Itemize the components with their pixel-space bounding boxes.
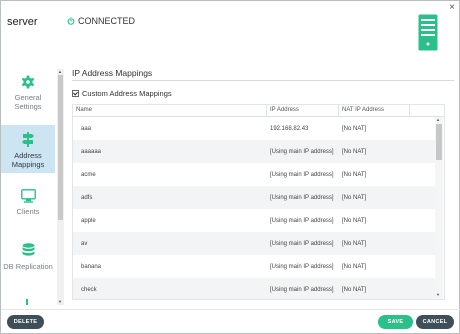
sidebar-item-label: Clients [16,207,40,216]
cell-ip-address: [Using main IP address] [270,172,334,178]
table-row[interactable]: banana [Using main IP address] [No NAT] [73,255,436,278]
section-title: IP Address Mappings [72,68,153,78]
table-header: Name IP Address NAT IP Address [73,105,444,117]
table-row[interactable]: check [Using main IP address] [No NAT] [73,278,436,299]
cell-nat-ip-address: [No NAT] [342,241,367,247]
table-row[interactable]: adfs [Using main IP address] [No NAT] [73,186,436,209]
save-button[interactable]: SAVE [378,315,413,329]
cell-name: banana [81,264,102,270]
custom-mappings-label: Custom Address Mappings [82,89,172,98]
sidebar-item-label: DB Replication [3,262,53,271]
column-header-ip-address[interactable]: IP Address [270,107,299,113]
column-header-name[interactable]: Name [76,107,92,113]
partial-icon [26,299,28,305]
sidebar-item-label: Address [14,151,42,160]
monitor-icon [20,189,36,203]
column-separator [409,105,410,117]
custom-mappings-checkbox[interactable] [72,90,79,97]
footer-divider [1,309,460,310]
signpost-icon [22,132,34,147]
sidebar-item-label: Mappings [11,160,45,169]
delete-button[interactable]: DELETE [7,315,44,329]
database-icon [22,243,34,256]
table-scroll-thumb[interactable] [436,124,442,160]
column-separator [266,105,267,117]
cell-ip-address: [Using main IP address] [270,218,334,224]
server-settings-window: × server CONNECTED General Settings Addr… [0,0,460,334]
column-separator [338,105,339,117]
cell-nat-ip-address: [No NAT] [342,195,367,201]
scroll-up-arrow-icon[interactable]: ▲ [436,117,440,122]
cell-name: adfs [81,195,93,201]
cell-nat-ip-address: [No NAT] [342,172,367,178]
cell-nat-ip-address: [No NAT] [342,218,367,224]
custom-mappings-option[interactable]: Custom Address Mappings [72,89,172,98]
sidebar-item-address-mappings[interactable]: Address Mappings [1,125,55,173]
table-row[interactable]: av [Using main IP address] [No NAT] [73,232,436,255]
cell-nat-ip-address: [No NAT] [342,264,367,270]
cell-ip-address: [Using main IP address] [270,287,334,293]
sidebar-item-clients[interactable]: Clients [1,189,55,229]
gear-icon [21,75,35,89]
server-name: server [7,16,38,28]
connection-status: CONNECTED [67,16,135,26]
column-header-nat-ip-address[interactable]: NAT IP Address [342,107,384,113]
cancel-button[interactable]: CANCEL [416,315,454,329]
scroll-down-arrow-icon[interactable]: ▼ [436,292,440,297]
cell-name: check [81,287,97,293]
sidebar-item-db-replication[interactable]: DB Replication [1,243,55,283]
scroll-up-arrow-icon[interactable]: ▲ [58,69,62,74]
table-row[interactable]: aaa 192.168.82.43 [No NAT] [73,117,436,140]
status-text: CONNECTED [78,16,136,26]
sidebar-item-label: Settings [14,102,42,111]
settings-sidebar: General Settings Address Mappings Client… [1,69,55,305]
scroll-down-arrow-icon[interactable]: ▼ [58,299,62,304]
sidebar-item-general-settings[interactable]: General Settings [1,75,55,125]
sidebar-scroll-thumb[interactable] [58,75,63,220]
sidebar-scrollbar[interactable]: ▲ ▼ [57,69,64,305]
divider [72,80,454,81]
table-row[interactable]: apple [Using main IP address] [No NAT] [73,209,436,232]
cell-ip-address: [Using main IP address] [270,195,334,201]
table-row[interactable]: acme [Using main IP address] [No NAT] [73,163,436,186]
server-tower-icon [418,14,438,51]
sidebar-item-label: General [14,93,42,102]
close-icon[interactable]: × [449,3,455,13]
cell-name: av [81,241,88,247]
cell-ip-address: [Using main IP address] [270,264,334,270]
cell-name: acme [81,172,96,178]
address-mappings-table: Name IP Address NAT IP Address aaa 192.1… [72,104,445,300]
cell-nat-ip-address: [No NAT] [342,287,367,293]
table-scrollbar[interactable]: ▲ ▼ [435,117,443,299]
cell-name: aaa [81,126,92,132]
table-row[interactable]: aaaaaa [Using main IP address] [No NAT] [73,140,436,163]
cell-name: apple [81,218,96,224]
power-icon [67,17,75,25]
cell-ip-address: [Using main IP address] [270,149,334,155]
cell-nat-ip-address: [No NAT] [342,126,367,132]
cell-ip-address: 192.168.82.43 [270,126,309,132]
cell-nat-ip-address: [No NAT] [342,149,367,155]
cell-name: aaaaaa [81,149,102,155]
cell-ip-address: [Using main IP address] [270,241,334,247]
